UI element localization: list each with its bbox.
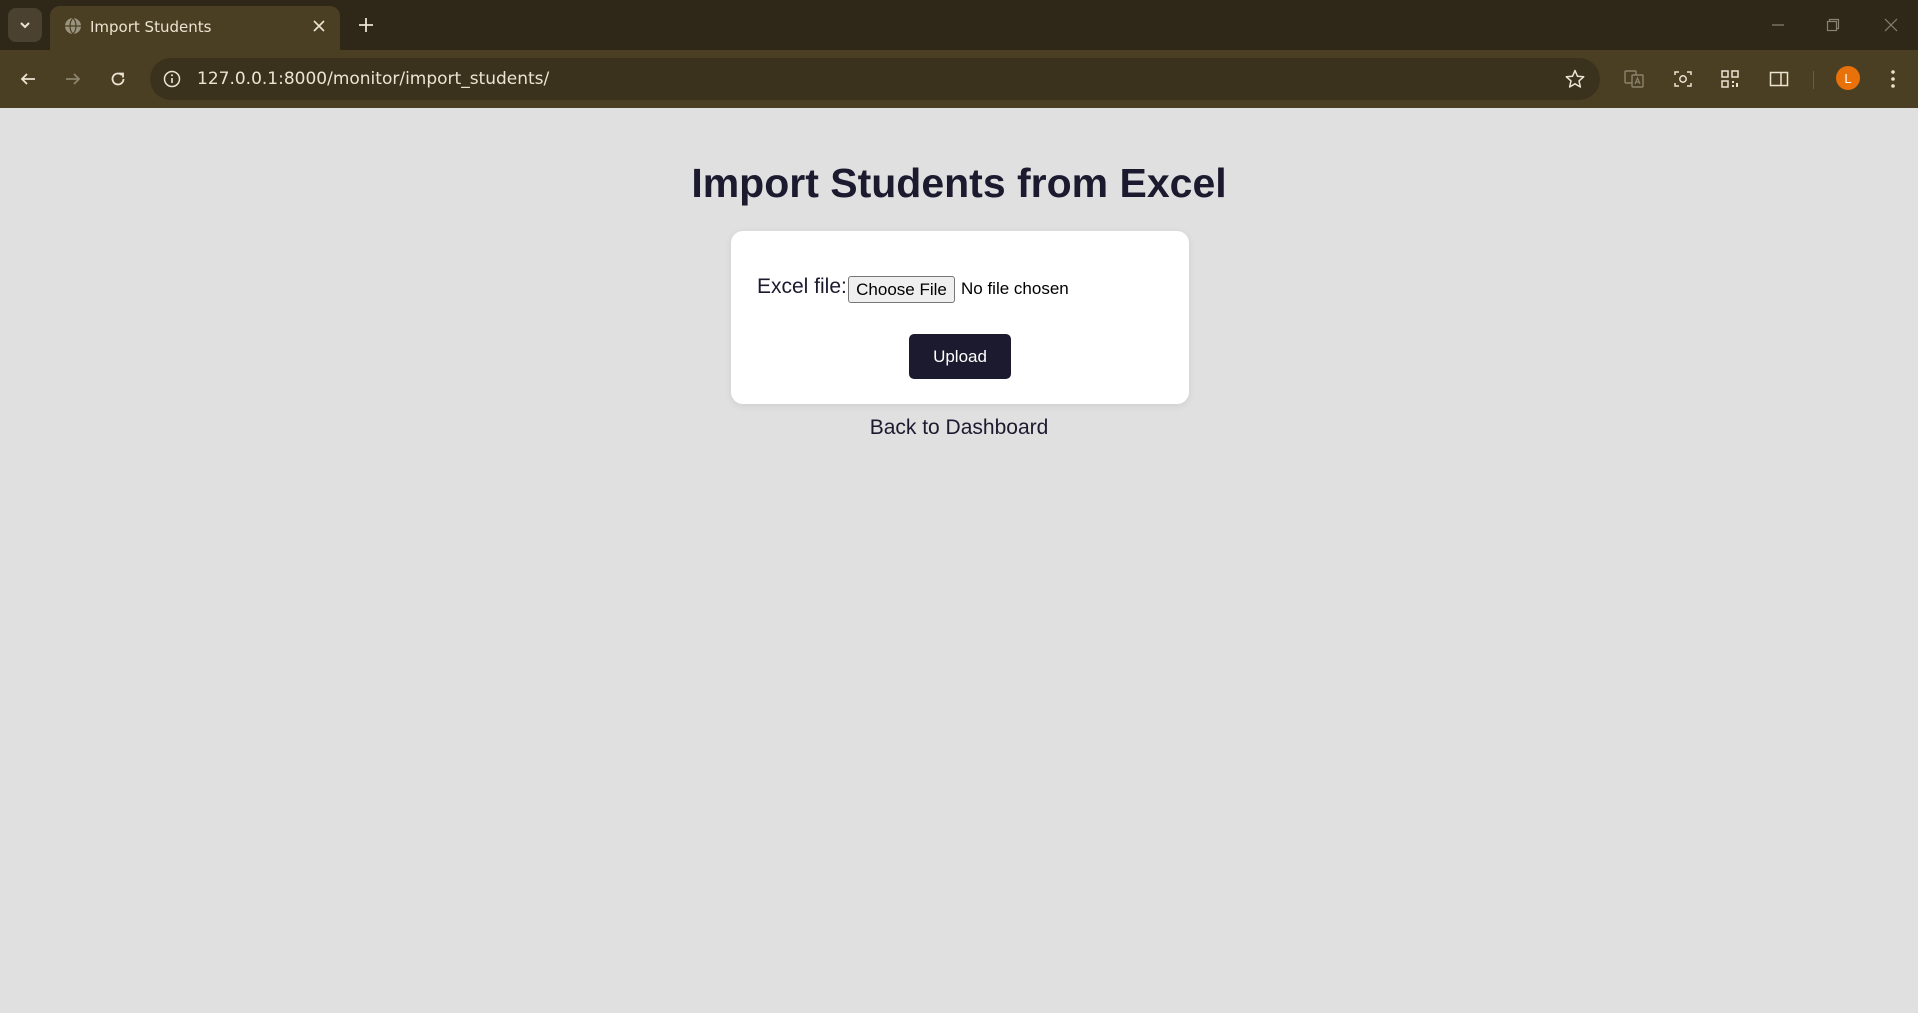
plus-icon <box>359 18 373 32</box>
browser-tab-strip: Import Students <box>0 0 1918 50</box>
reload-button[interactable] <box>101 62 135 96</box>
info-icon[interactable] <box>162 69 182 89</box>
new-tab-button[interactable] <box>353 12 379 38</box>
camera-icon <box>1674 71 1692 87</box>
translate-button[interactable] <box>1617 62 1651 96</box>
active-tab[interactable]: Import Students <box>50 6 340 50</box>
close-window-button[interactable] <box>1871 10 1911 40</box>
star-icon[interactable] <box>1564 68 1586 90</box>
minimize-icon <box>1772 24 1784 26</box>
page-title: Import Students from Excel <box>691 160 1227 206</box>
qr-code-icon <box>1721 70 1739 88</box>
excel-file-label: Excel file: <box>757 275 847 298</box>
minimize-button[interactable] <box>1758 10 1798 40</box>
chevron-down-icon <box>20 22 30 29</box>
arrow-right-icon <box>66 73 81 85</box>
close-icon <box>313 20 325 32</box>
url-text[interactable]: 127.0.0.1:8000/monitor/import_students/ <box>197 69 549 89</box>
browser-toolbar: 127.0.0.1:8000/monitor/import_students/ … <box>0 50 1918 108</box>
qr-code-button[interactable] <box>1713 62 1747 96</box>
screenshot-button[interactable] <box>1666 62 1700 96</box>
globe-icon <box>65 17 81 35</box>
tab-close-button[interactable] <box>310 17 328 35</box>
tab-title: Import Students <box>90 18 212 36</box>
forward-button[interactable] <box>56 62 90 96</box>
back-to-dashboard-link[interactable]: Back to Dashboard <box>0 416 1918 440</box>
side-panel-icon <box>1769 71 1789 87</box>
reload-icon <box>111 72 125 86</box>
toolbar-divider <box>1813 71 1814 89</box>
file-status-text: No file chosen <box>961 279 1069 298</box>
upload-button[interactable]: Upload <box>909 334 1011 379</box>
choose-file-button[interactable]: Choose File <box>848 276 955 303</box>
side-panel-button[interactable] <box>1762 62 1796 96</box>
profile-avatar[interactable]: L <box>1836 66 1860 90</box>
page-content: Import Students from Excel Excel file: C… <box>0 108 1918 1013</box>
arrow-left-icon <box>20 73 35 85</box>
translate-icon <box>1624 70 1644 88</box>
restore-icon <box>1826 18 1840 32</box>
close-icon <box>1884 18 1898 32</box>
browser-menu-button[interactable] <box>1876 62 1910 96</box>
upload-form-card: Excel file: Choose File No file chosen U… <box>731 231 1189 404</box>
back-button[interactable] <box>11 62 45 96</box>
more-vertical-icon <box>1891 70 1895 88</box>
restore-button[interactable] <box>1813 10 1853 40</box>
tab-search-button[interactable] <box>8 8 42 42</box>
address-bar[interactable]: 127.0.0.1:8000/monitor/import_students/ <box>150 58 1600 100</box>
